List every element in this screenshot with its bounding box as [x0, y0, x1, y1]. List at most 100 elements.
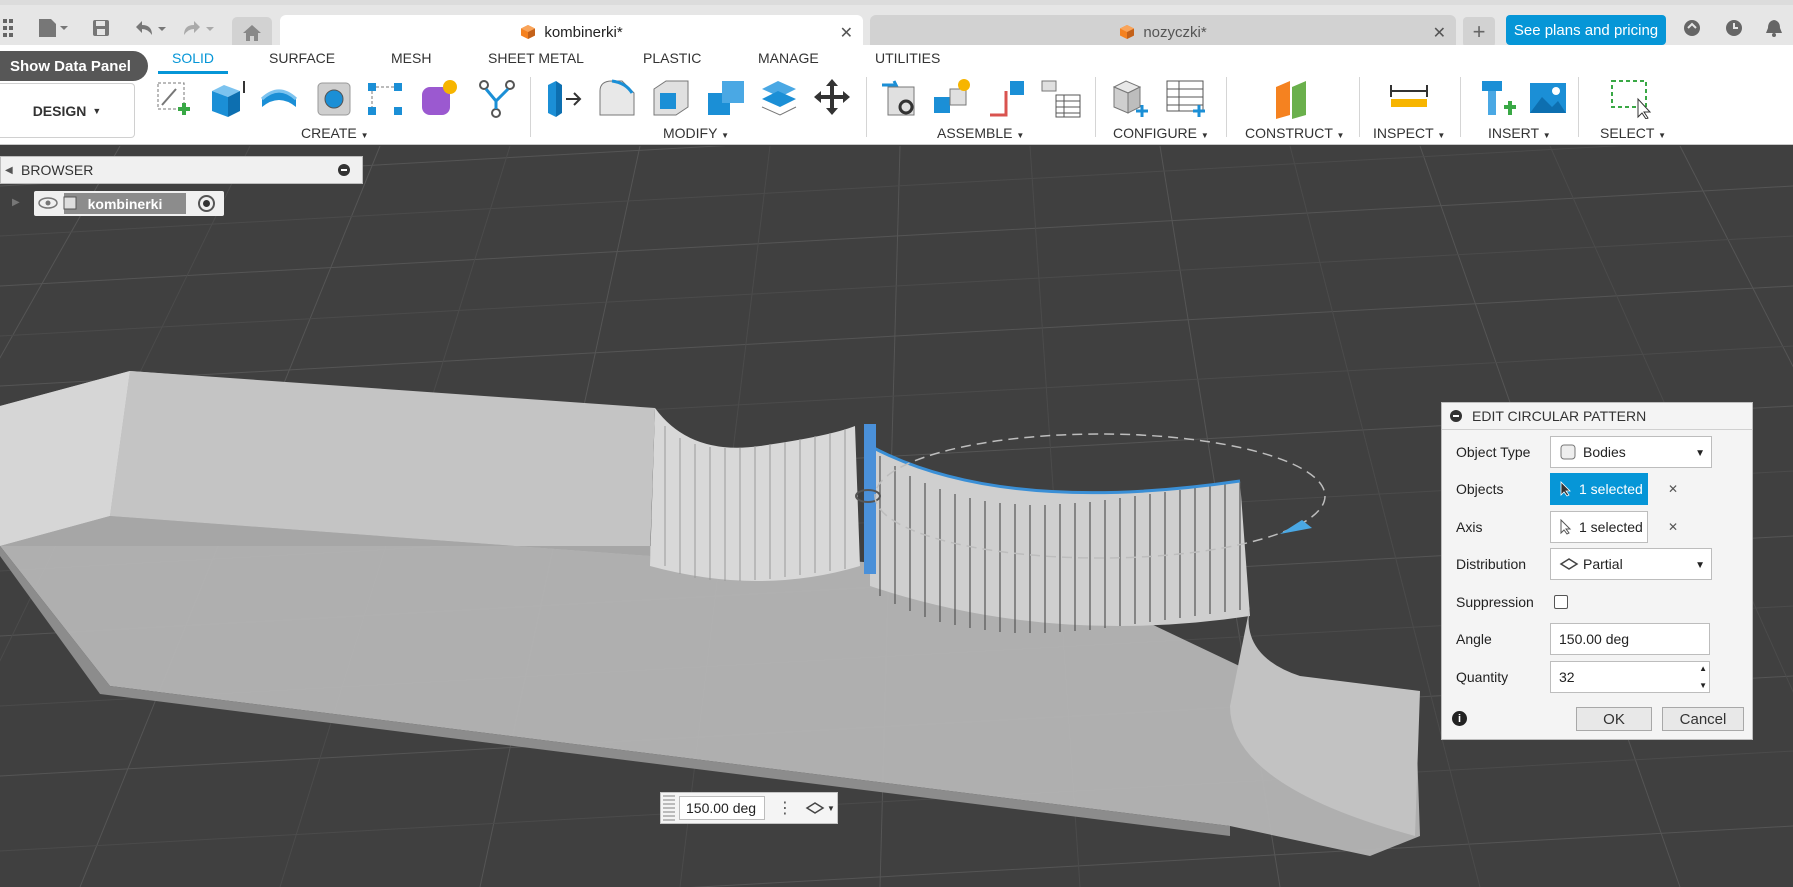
group-label: SELECT — [1600, 125, 1655, 141]
show-data-panel-button[interactable]: Show Data Panel — [0, 51, 148, 81]
notifications-bell-icon[interactable] — [1762, 15, 1786, 41]
group-modify[interactable]: MODIFY ▼ — [663, 125, 729, 141]
group-insert[interactable]: INSERT ▼ — [1488, 125, 1551, 141]
group-label: CONSTRUCT — [1245, 125, 1333, 141]
bill-of-materials-icon[interactable] — [1040, 77, 1082, 119]
group-label: CONFIGURE — [1113, 125, 1197, 141]
angle-input[interactable] — [679, 796, 765, 820]
group-select[interactable]: SELECT ▼ — [1600, 125, 1666, 141]
move-copy-icon[interactable] — [812, 77, 854, 119]
browser-title: BROWSER — [21, 162, 94, 178]
suppression-label: Suppression — [1456, 594, 1534, 610]
object-type-select[interactable]: Bodies ▼ — [1550, 436, 1712, 468]
as-built-joint-icon[interactable] — [986, 77, 1028, 119]
group-separator — [1095, 77, 1096, 137]
apps-grid-icon[interactable] — [2, 15, 16, 41]
direction-dropdown[interactable]: ▼ — [805, 801, 835, 815]
cancel-button[interactable]: Cancel — [1662, 707, 1744, 731]
angle-field[interactable] — [1550, 623, 1710, 655]
close-tab-icon[interactable]: ✕ — [840, 23, 853, 43]
create-derive-icon[interactable] — [476, 77, 518, 119]
hole-icon[interactable] — [314, 77, 356, 119]
collapse-panel-icon[interactable]: ◀ — [5, 165, 13, 176]
tab-surface[interactable]: SURFACE — [269, 50, 335, 66]
clear-objects-icon[interactable]: ✕ — [1668, 482, 1678, 496]
chevron-down-icon: ▼ — [1695, 448, 1705, 459]
quantity-label: Quantity — [1456, 669, 1509, 685]
stepper-down-icon[interactable]: ▼ — [1699, 681, 1707, 690]
create-form-icon[interactable] — [418, 77, 460, 119]
chevron-down-icon: ▼ — [1542, 131, 1551, 140]
chevron-down-icon: ▼ — [1437, 131, 1446, 140]
extrude-icon[interactable] — [206, 77, 248, 119]
insert-image-icon[interactable] — [1528, 77, 1570, 119]
browser-root-node[interactable]: kombinerki — [34, 191, 224, 216]
document-tab-inactive[interactable]: nozyczki* ✕ — [870, 15, 1456, 49]
canvas-viewport[interactable]: ◀ BROWSER ▶ kombinerki ⋮ ▼ — [0, 146, 1793, 887]
root-component-name: kombinerki — [63, 193, 186, 214]
job-status-icon[interactable] — [1680, 15, 1704, 41]
objects-selection-button[interactable]: 1 selected — [1550, 473, 1648, 505]
redo-icon[interactable] — [178, 15, 218, 41]
measure-icon[interactable] — [1389, 77, 1431, 119]
collapse-dialog-icon[interactable] — [1450, 410, 1462, 422]
distribution-select[interactable]: Partial ▼ — [1550, 548, 1712, 580]
select-window-icon[interactable] — [1610, 77, 1652, 120]
history-clock-icon[interactable] — [1722, 15, 1746, 41]
document-tab-active[interactable]: kombinerki* ✕ — [280, 15, 863, 49]
quantity-stepper[interactable]: 32 ▲ ▼ — [1550, 661, 1710, 693]
fillet-icon[interactable] — [596, 77, 638, 119]
save-icon[interactable] — [90, 15, 112, 41]
group-construct[interactable]: CONSTRUCT ▼ — [1245, 125, 1344, 141]
insert-mcmaster-icon[interactable] — [1476, 77, 1518, 119]
new-tab-button[interactable]: + — [1463, 17, 1495, 47]
tab-utilities[interactable]: UTILITIES — [875, 50, 940, 66]
visibility-eye-icon[interactable] — [38, 195, 58, 214]
axis-selection-button[interactable]: 1 selected — [1550, 511, 1648, 543]
drag-handle-icon[interactable] — [663, 795, 675, 821]
workspace-switcher[interactable]: DESIGN ▼ — [0, 83, 135, 138]
chevron-down-icon: ▼ — [1336, 131, 1345, 140]
component-cube-icon — [521, 25, 536, 39]
shell-icon[interactable] — [650, 77, 692, 119]
rectangular-pattern-icon[interactable] — [364, 77, 406, 119]
info-icon[interactable]: i — [1452, 711, 1467, 726]
create-sketch-icon[interactable] — [154, 77, 196, 119]
distribution-row: Distribution Partial ▼ — [1456, 547, 1746, 581]
group-inspect[interactable]: INSPECT ▼ — [1373, 125, 1445, 141]
plans-pricing-button[interactable]: See plans and pricing — [1506, 15, 1666, 45]
revolve-icon[interactable] — [258, 77, 300, 119]
distribution-label: Distribution — [1456, 556, 1527, 572]
more-options-icon[interactable]: ⋮ — [777, 798, 793, 818]
stepper-up-icon[interactable]: ▲ — [1699, 664, 1707, 673]
clear-axis-icon[interactable]: ✕ — [1668, 520, 1678, 534]
suppression-checkbox[interactable] — [1554, 595, 1568, 609]
combine-icon[interactable] — [706, 77, 748, 119]
tab-plastic[interactable]: PLASTIC — [643, 50, 701, 66]
configure-icon[interactable] — [1110, 77, 1152, 119]
file-menu-icon[interactable] — [32, 15, 72, 41]
undo-icon[interactable] — [130, 15, 170, 41]
new-component-icon[interactable] — [880, 77, 922, 119]
press-pull-icon[interactable] — [542, 77, 584, 119]
offset-plane-icon[interactable] — [1270, 77, 1312, 119]
group-assemble[interactable]: ASSEMBLE ▼ — [937, 125, 1024, 141]
activate-radio-icon[interactable] — [198, 195, 215, 212]
toolbar-ribbon: Show Data Panel DESIGN ▼ SOLID SURFACE M… — [0, 45, 1793, 145]
tab-mesh[interactable]: MESH — [391, 50, 431, 66]
group-create[interactable]: CREATE ▼ — [301, 125, 369, 141]
tab-solid[interactable]: SOLID — [158, 50, 229, 74]
offset-face-icon[interactable] — [758, 77, 800, 119]
group-configure[interactable]: CONFIGURE ▼ — [1113, 125, 1209, 141]
close-tab-icon[interactable]: ✕ — [1433, 23, 1446, 43]
joint-icon[interactable] — [932, 77, 974, 119]
edit-circular-pattern-dialog: EDIT CIRCULAR PATTERN Object Type Bodies… — [1441, 402, 1753, 740]
ok-button[interactable]: OK — [1576, 707, 1652, 731]
angle-row: Angle — [1456, 622, 1746, 656]
configuration-table-icon[interactable] — [1165, 77, 1207, 119]
minimize-panel-icon[interactable] — [338, 164, 350, 176]
browser-panel-header[interactable]: ◀ BROWSER — [0, 156, 363, 184]
expand-arrow-icon[interactable]: ▶ — [12, 197, 20, 208]
tab-manage[interactable]: MANAGE — [758, 50, 819, 66]
tab-sheet-metal[interactable]: SHEET METAL — [488, 50, 584, 66]
